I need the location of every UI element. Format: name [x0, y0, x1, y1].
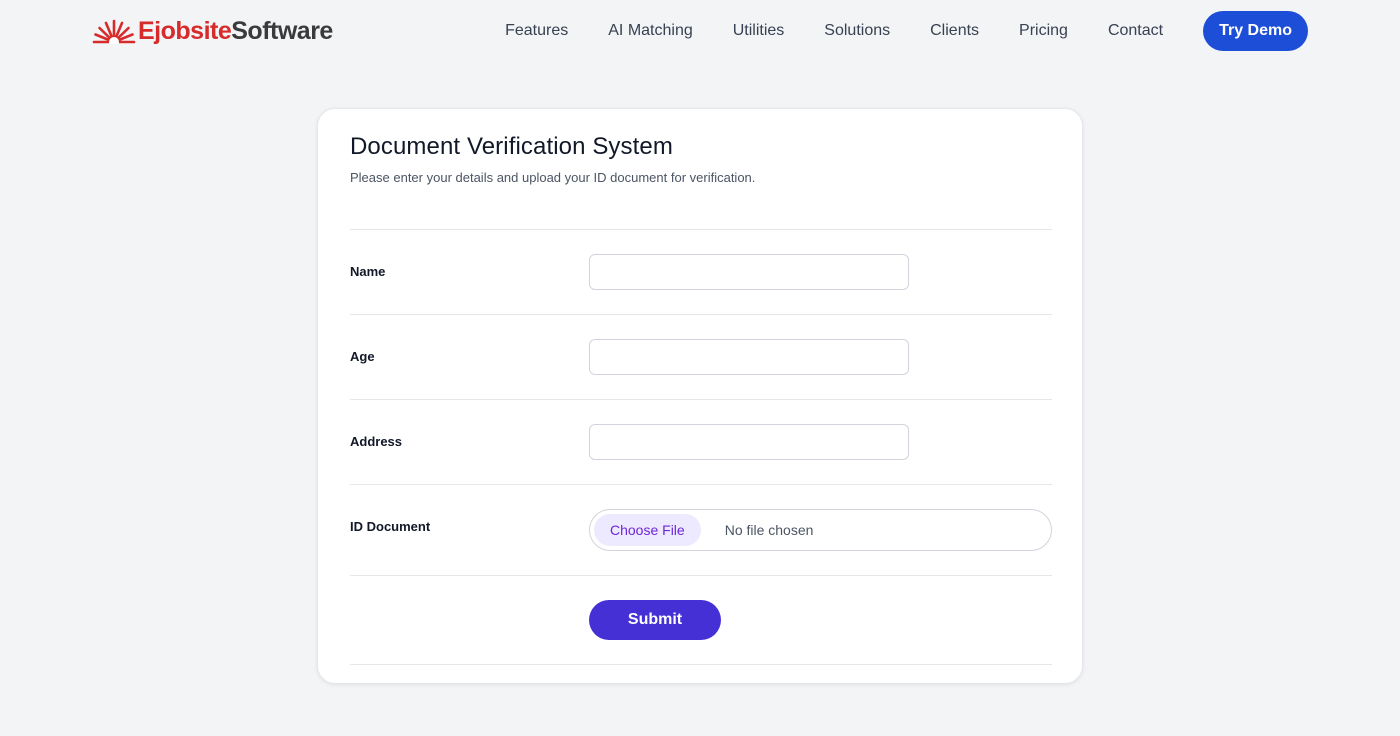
form-title: Document Verification System [350, 133, 673, 160]
divider [350, 664, 1052, 665]
nav-item-contact[interactable]: Contact [1108, 22, 1163, 40]
nav-item-ai-matching[interactable]: AI Matching [608, 22, 692, 40]
age-label: Age [350, 349, 375, 364]
divider [350, 314, 1052, 315]
sunburst-logo-icon [92, 19, 136, 44]
choose-file-button[interactable]: Choose File [594, 514, 701, 546]
name-label: Name [350, 264, 386, 279]
nav-item-clients[interactable]: Clients [930, 22, 979, 40]
brand-name-part1: Ejobsite [138, 16, 232, 45]
nav-item-features[interactable]: Features [505, 22, 568, 40]
submit-button[interactable]: Submit [589, 600, 721, 640]
brand-name: EjobsiteSoftware [138, 16, 333, 45]
nav-item-pricing[interactable]: Pricing [1019, 22, 1068, 40]
divider [350, 575, 1052, 576]
address-input[interactable] [589, 424, 909, 460]
brand-logo[interactable]: EjobsiteSoftware [92, 14, 333, 48]
divider [350, 229, 1052, 230]
brand-name-part2: Software [231, 16, 333, 45]
site-header: EjobsiteSoftware Features AI Matching Ut… [0, 0, 1400, 62]
divider [350, 399, 1052, 400]
id-document-file-input[interactable]: Choose File No file chosen [589, 509, 1052, 551]
form-subtitle: Please enter your details and upload you… [350, 170, 756, 185]
nav-item-solutions[interactable]: Solutions [824, 22, 890, 40]
try-demo-button[interactable]: Try Demo [1203, 11, 1308, 51]
id-document-label: ID Document [350, 519, 431, 534]
nav-item-utilities[interactable]: Utilities [733, 22, 785, 40]
name-input[interactable] [589, 254, 909, 290]
age-input[interactable] [589, 339, 909, 375]
verification-form-card: Document Verification System Please ente… [317, 108, 1083, 684]
divider [350, 484, 1052, 485]
main-nav: Features AI Matching Utilities Solutions… [505, 11, 1308, 51]
file-status-text: No file chosen [724, 522, 814, 538]
address-label: Address [350, 434, 403, 449]
